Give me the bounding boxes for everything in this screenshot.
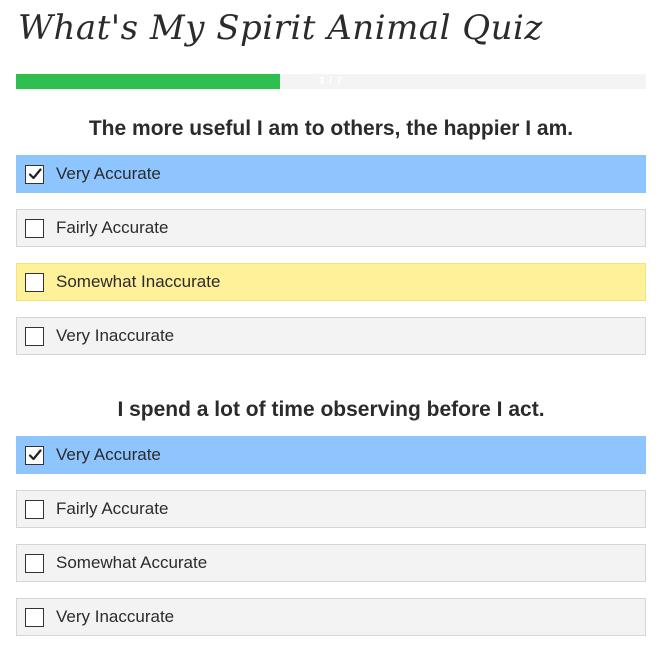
question-text: I spend a lot of time observing before I… bbox=[117, 398, 545, 421]
empty-checkbox-icon[interactable] bbox=[25, 553, 44, 573]
answer-option-label: Very Accurate bbox=[56, 164, 161, 183]
answer-option-very-accurate[interactable]: Very Accurate bbox=[16, 155, 646, 193]
checkmark-icon[interactable] bbox=[25, 164, 44, 184]
question-1: The more useful I am to others, the happ… bbox=[16, 111, 646, 355]
progress-label: 3 / 7 bbox=[318, 76, 344, 87]
question-text: The more useful I am to others, the happ… bbox=[88, 117, 574, 140]
answer-option-label: Somewhat Inaccurate bbox=[56, 272, 221, 291]
answer-option-label: Fairly Accurate bbox=[56, 499, 169, 518]
empty-checkbox-icon[interactable] bbox=[25, 272, 44, 292]
quiz-title: What's My Spirit Animal Quiz bbox=[18, 8, 543, 48]
question-2: I spend a lot of time observing before I… bbox=[16, 392, 646, 636]
checkmark-icon[interactable] bbox=[25, 445, 44, 465]
answer-option-label: Somewhat Accurate bbox=[56, 553, 208, 572]
empty-checkbox-icon[interactable] bbox=[25, 607, 44, 627]
empty-checkbox-icon[interactable] bbox=[25, 326, 44, 346]
answer-option-fairly-accurate[interactable]: Fairly Accurate bbox=[16, 209, 646, 247]
answer-options: Very Accurate Fairly Accurate Somewhat A… bbox=[16, 436, 646, 636]
answer-options: Very Accurate Fairly Accurate Somewhat I… bbox=[16, 155, 646, 355]
answer-option-label: Very Inaccurate bbox=[56, 326, 175, 345]
answer-option-somewhat-accurate[interactable]: Somewhat Accurate bbox=[16, 544, 646, 582]
answer-option-label: Very Inaccurate bbox=[56, 607, 175, 626]
answer-option-somewhat-inaccurate[interactable]: Somewhat Inaccurate bbox=[16, 263, 646, 301]
empty-checkbox-icon[interactable] bbox=[25, 218, 44, 238]
answer-option-very-inaccurate[interactable]: Very Inaccurate bbox=[16, 598, 646, 636]
answer-option-label: Fairly Accurate bbox=[56, 218, 169, 237]
answer-option-very-inaccurate[interactable]: Very Inaccurate bbox=[16, 317, 646, 355]
answer-option-label: Very Accurate bbox=[56, 445, 161, 464]
answer-option-very-accurate[interactable]: Very Accurate bbox=[16, 436, 646, 474]
answer-option-fairly-accurate[interactable]: Fairly Accurate bbox=[16, 490, 646, 528]
progress-bar: 3 / 7 bbox=[16, 74, 646, 89]
empty-checkbox-icon[interactable] bbox=[25, 499, 44, 519]
